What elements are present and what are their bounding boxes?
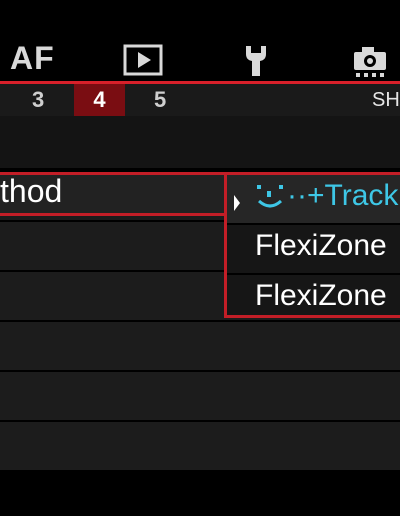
subtab-5[interactable]: 5: [154, 87, 166, 113]
popup-option-flexizone-multi[interactable]: FlexiZone: [227, 225, 400, 273]
play-icon[interactable]: [123, 44, 163, 80]
face-icon: [255, 181, 285, 221]
menu-row[interactable]: [0, 322, 400, 372]
main-tab-bar: AF: [0, 0, 400, 80]
menu-title-bar: [0, 116, 400, 168]
sub-tab-bar: 3 4 5 SHO: [0, 84, 400, 116]
selection-cursor-icon: [232, 187, 242, 211]
popup-option-text: FlexiZone: [255, 229, 387, 262]
subtab-3[interactable]: 3: [32, 87, 44, 113]
af-method-popup: ··+Tracki FlexiZone FlexiZone: [224, 172, 400, 318]
menu-row[interactable]: [0, 422, 400, 472]
menu-row[interactable]: [0, 372, 400, 422]
camera-settings-icon[interactable]: [352, 44, 388, 82]
wrench-icon[interactable]: [242, 44, 270, 82]
popup-option-text: ··+Tracki: [287, 179, 400, 212]
popup-option-face-tracking[interactable]: ··+Tracki: [227, 175, 400, 223]
popup-option-flexizone-single[interactable]: FlexiZone: [227, 275, 400, 323]
popup-option-text: FlexiZone: [255, 279, 387, 312]
af-method-label: thod: [0, 173, 63, 209]
section-label: SHO: [372, 89, 400, 111]
tab-af[interactable]: AF: [10, 40, 55, 77]
subtab-4-active[interactable]: 4: [74, 84, 125, 116]
